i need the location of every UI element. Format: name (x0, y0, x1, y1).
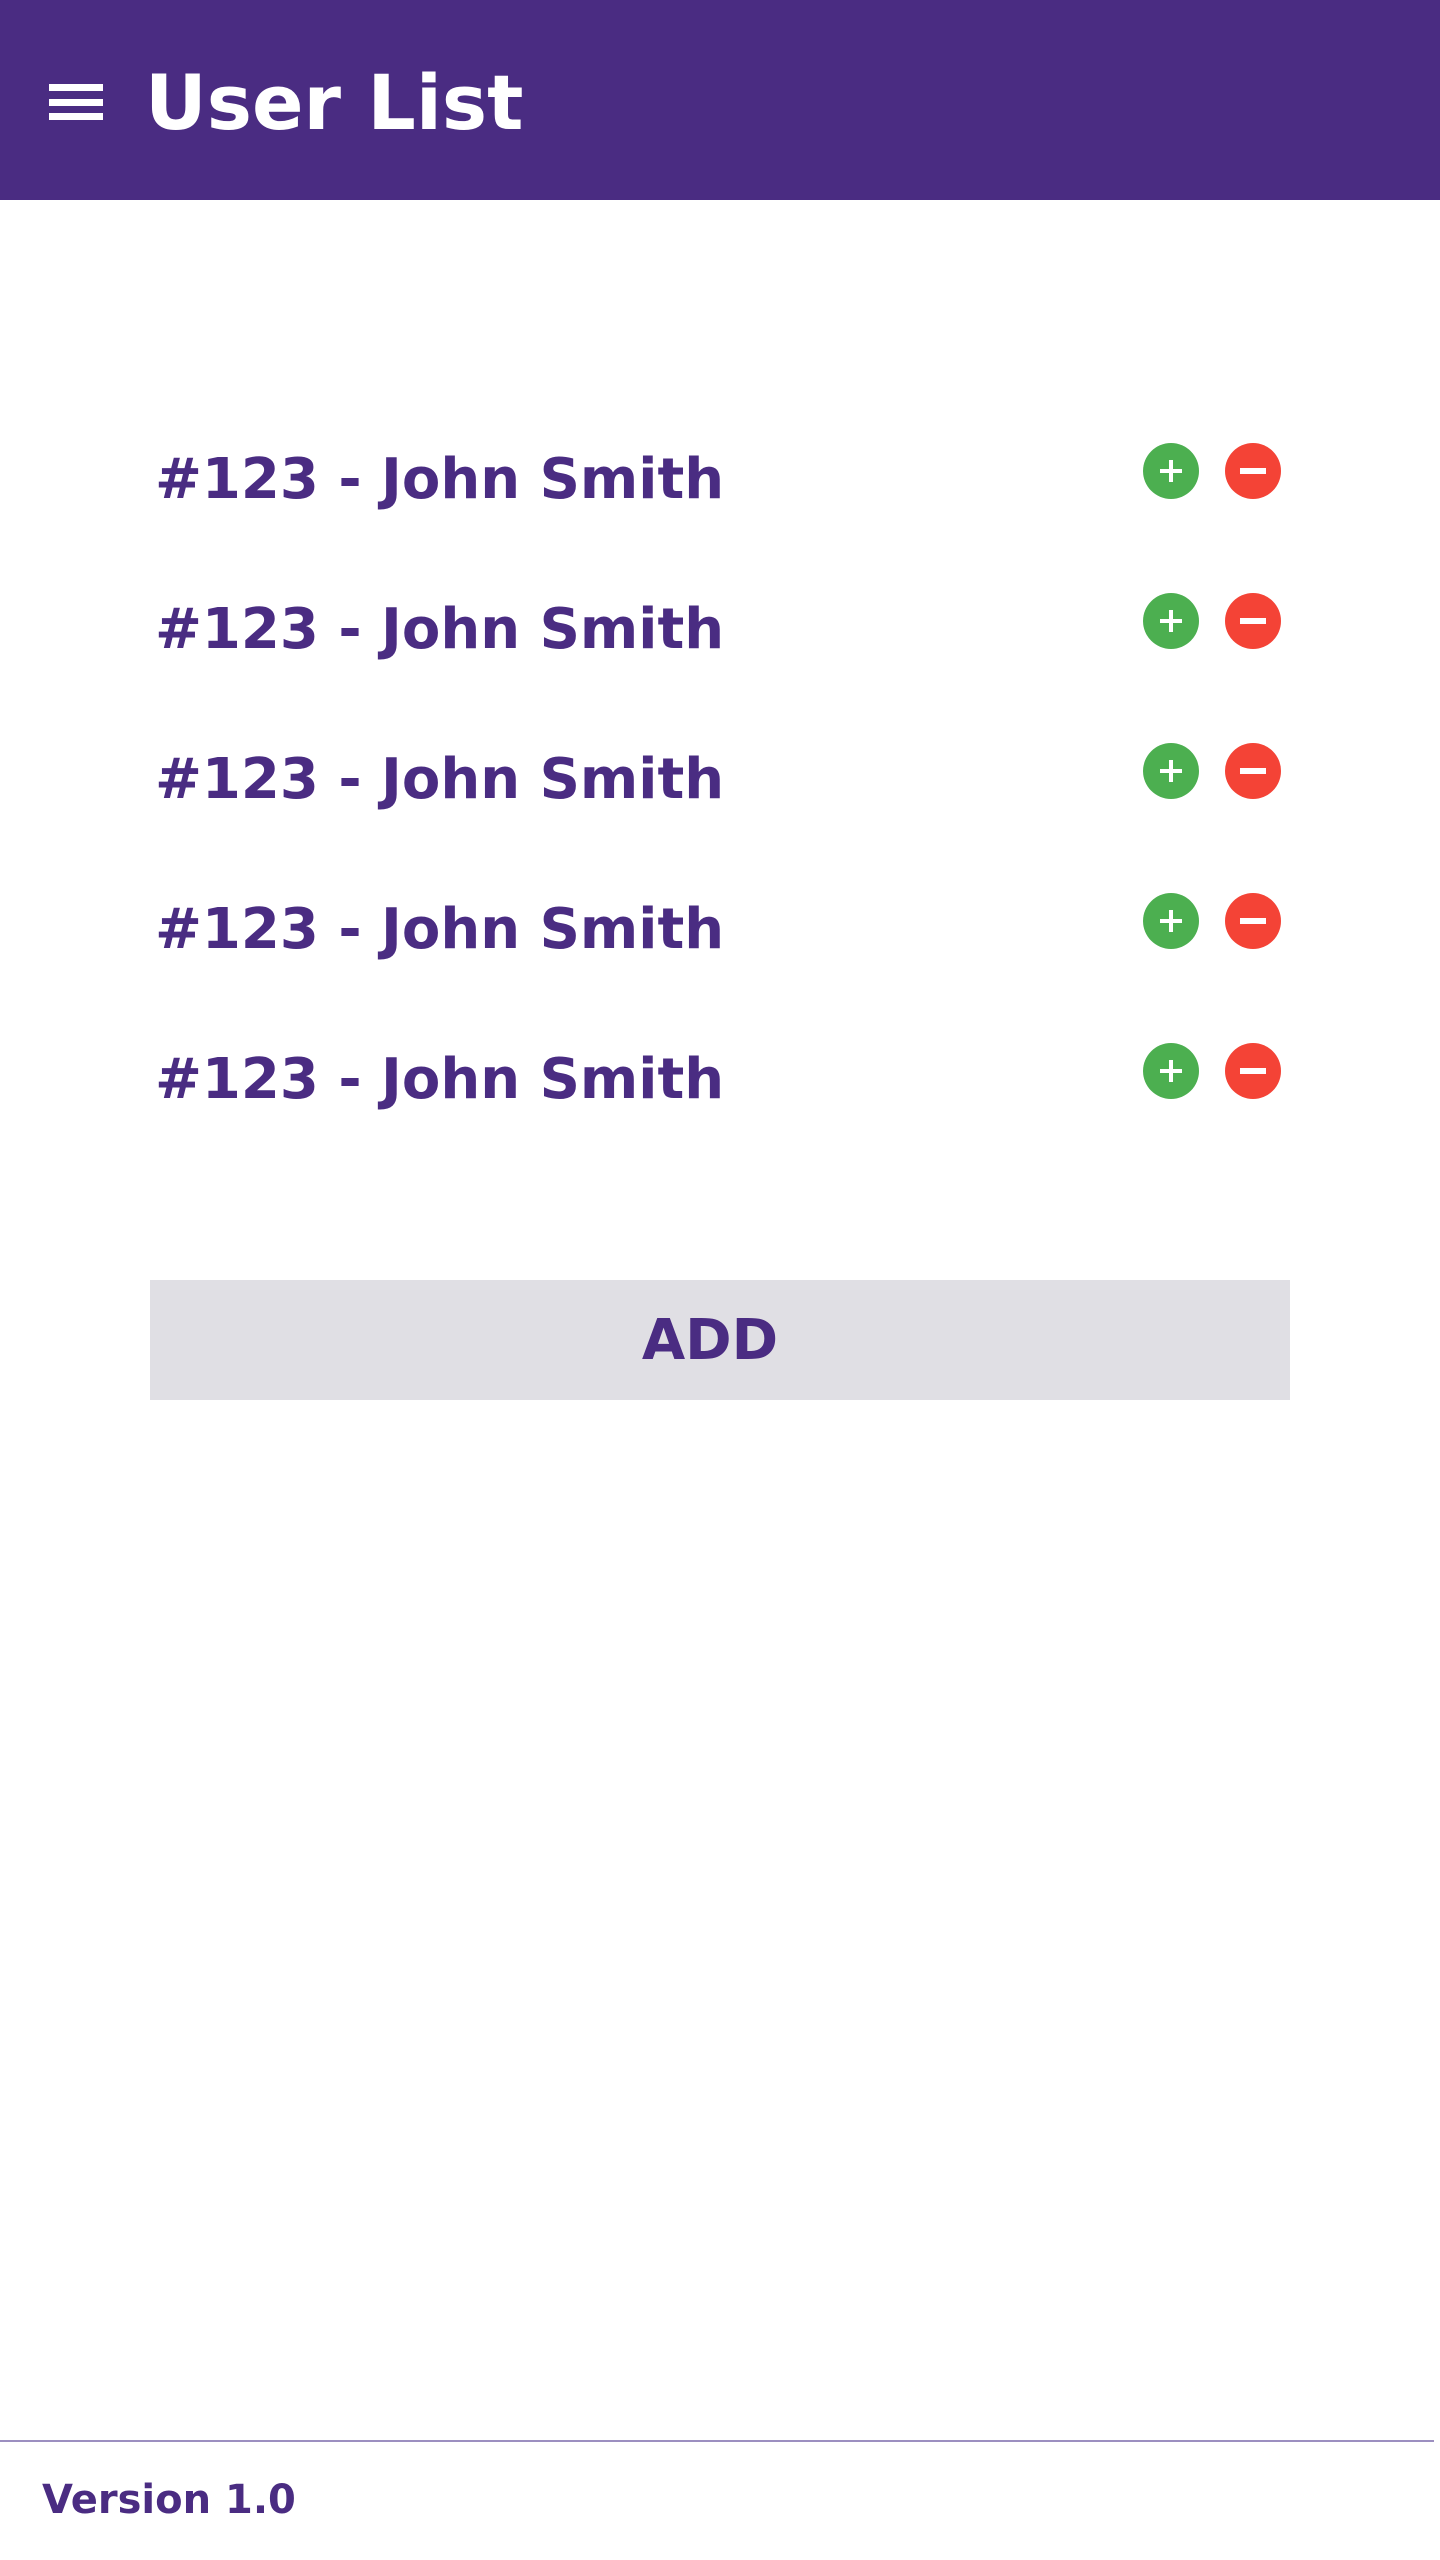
minus-circle-icon[interactable] (1225, 593, 1281, 649)
app-bar: User List (0, 0, 1440, 200)
list-item: #123 - John Smith (150, 875, 1290, 975)
plus-circle-icon[interactable] (1143, 893, 1199, 949)
plus-circle-icon[interactable] (1143, 1043, 1199, 1099)
add-button[interactable]: ADD (150, 1280, 1290, 1400)
list-item: #123 - John Smith (150, 575, 1290, 675)
minus-circle-icon[interactable] (1225, 893, 1281, 949)
plus-circle-icon[interactable] (1143, 743, 1199, 799)
list-item: #123 - John Smith (150, 725, 1290, 825)
hamburger-menu-icon[interactable] (49, 84, 103, 120)
footer-divider (0, 2440, 1434, 2442)
minus-circle-icon[interactable] (1225, 743, 1281, 799)
minus-circle-icon[interactable] (1225, 443, 1281, 499)
plus-circle-icon[interactable] (1143, 443, 1199, 499)
minus-circle-icon[interactable] (1225, 1043, 1281, 1099)
user-label: #123 - John Smith (155, 747, 725, 812)
user-label: #123 - John Smith (155, 597, 725, 662)
user-label: #123 - John Smith (155, 897, 725, 962)
plus-circle-icon[interactable] (1143, 593, 1199, 649)
page-title: User List (145, 58, 524, 147)
user-label: #123 - John Smith (155, 1047, 725, 1112)
user-label: #123 - John Smith (155, 447, 725, 512)
list-item: #123 - John Smith (150, 1025, 1290, 1125)
version-label: Version 1.0 (42, 2477, 296, 2523)
list-item: #123 - John Smith (150, 425, 1290, 525)
